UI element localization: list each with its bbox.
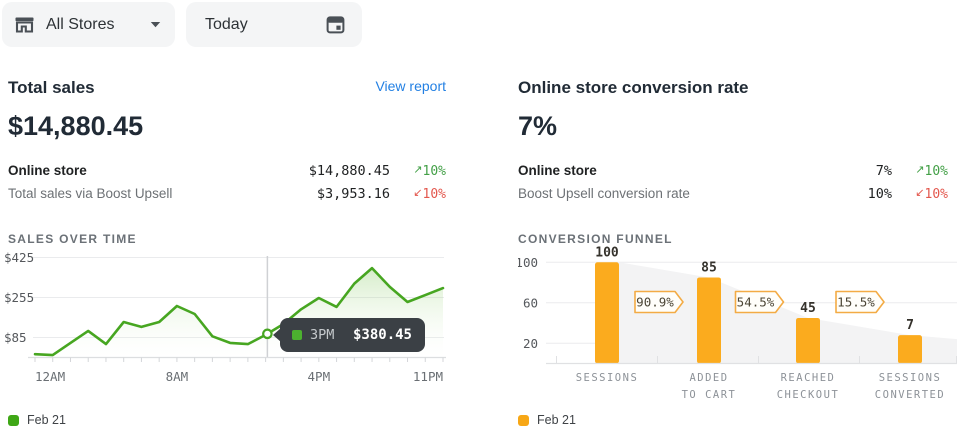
arrow-up-icon: ↗: [915, 163, 924, 176]
change-percent: 10%: [423, 164, 446, 179]
metric-row-online-store: Online store $14,880.45 ↗10%: [8, 159, 446, 182]
legend-label: Feb 21: [537, 413, 576, 427]
svg-text:100: 100: [595, 245, 619, 260]
metric-change-up: ↗10%: [892, 163, 948, 179]
metric-row-online-store: Online store 7% ↗10%: [518, 159, 948, 182]
svg-text:12AM: 12AM: [35, 369, 65, 384]
svg-text:CHECKOUT: CHECKOUT: [777, 389, 840, 401]
total-sales-panel: Total sales View report $14,880.45 Onlin…: [8, 78, 446, 246]
conversion-badges: 90.9% 54.5% 15.5%: [635, 292, 884, 313]
metric-change-down: ↙10%: [892, 186, 948, 202]
svg-text:TO CART: TO CART: [682, 389, 737, 401]
store-filter-button[interactable]: All Stores: [2, 2, 175, 47]
total-sales-title: Total sales: [8, 78, 95, 98]
hover-marker: [263, 330, 271, 338]
svg-text:54.5%: 54.5%: [737, 295, 775, 310]
change-percent: 10%: [925, 164, 948, 179]
conversion-rate-value: 7%: [518, 111, 948, 142]
date-filter-label: Today: [205, 16, 248, 34]
legend-swatch-orange: [518, 415, 529, 426]
metric-value: $14,880.45: [309, 163, 390, 179]
metric-row-boost-upsell: Total sales via Boost Upsell $3,953.16 ↙…: [8, 182, 446, 205]
calendar-icon: [325, 14, 346, 35]
svg-text:SESSIONS: SESSIONS: [576, 372, 639, 384]
view-report-link[interactable]: View report: [375, 78, 446, 94]
svg-text:$255: $255: [4, 290, 34, 305]
metric-label: Online store: [518, 163, 876, 178]
svg-text:85: 85: [701, 260, 717, 275]
metric-value: 10%: [868, 186, 892, 202]
store-filter-label: All Stores: [46, 16, 114, 34]
tooltip-value: $380.45: [353, 327, 412, 343]
conversion-rate-panel: Online store conversion rate 7% Online s…: [518, 78, 948, 246]
tooltip-time: 3PM: [310, 327, 334, 343]
conversion-rate-title: Online store conversion rate: [518, 78, 749, 98]
legend-label: Feb 21: [27, 413, 66, 427]
svg-text:$85: $85: [4, 330, 27, 345]
svg-text:SESSIONS: SESSIONS: [879, 372, 942, 384]
legend-swatch-green: [8, 415, 19, 426]
tooltip-series-swatch: [292, 330, 302, 340]
svg-text:4PM: 4PM: [308, 369, 331, 384]
metric-value: 7%: [876, 163, 892, 179]
svg-text:20: 20: [523, 336, 538, 351]
chevron-down-icon: [150, 21, 161, 28]
conversion-funnel-chart[interactable]: 100 60 20 100 85 45 7 90.9% 54.5% 15.5% SESSIONS AD…: [518, 238, 960, 406]
metric-label: Boost Upsell conversion rate: [518, 186, 868, 201]
svg-text:90.9%: 90.9%: [636, 295, 674, 310]
metric-change-up: ↗10%: [390, 163, 446, 179]
svg-text:100: 100: [518, 255, 538, 270]
change-percent: 10%: [925, 187, 948, 202]
sales-chart-legend: Feb 21: [8, 413, 66, 427]
arrow-up-icon: ↗: [413, 163, 422, 176]
svg-text:15.5%: 15.5%: [837, 295, 875, 310]
x-axis: 12AM 8AM 4PM 11PM: [28, 358, 446, 385]
toolbar: All Stores Today: [0, 0, 960, 56]
metric-row-boost-upsell: Boost Upsell conversion rate 10% ↙10%: [518, 182, 948, 205]
chart-tooltip: 3PM $380.45: [280, 318, 425, 352]
change-percent: 10%: [423, 187, 446, 202]
metric-change-down: ↙10%: [390, 186, 446, 202]
metric-label: Total sales via Boost Upsell: [8, 186, 317, 201]
svg-text:CONVERTED: CONVERTED: [875, 389, 945, 401]
svg-text:8AM: 8AM: [166, 369, 189, 384]
date-filter-button[interactable]: Today: [186, 2, 362, 47]
arrow-down-icon: ↙: [413, 186, 422, 199]
svg-text:60: 60: [523, 295, 538, 310]
metric-value: $3,953.16: [317, 186, 390, 202]
svg-text:$425: $425: [4, 250, 34, 265]
svg-text:7: 7: [906, 318, 914, 333]
svg-text:45: 45: [800, 301, 816, 316]
metric-label: Online store: [8, 163, 309, 178]
storefront-icon: [14, 14, 35, 35]
total-sales-value: $14,880.45: [8, 111, 446, 142]
svg-text:11PM: 11PM: [413, 369, 443, 384]
svg-text:ADDED: ADDED: [689, 372, 728, 384]
funnel-chart-legend: Feb 21: [518, 413, 576, 427]
arrow-down-icon: ↙: [915, 186, 924, 199]
svg-text:REACHED: REACHED: [781, 372, 836, 384]
